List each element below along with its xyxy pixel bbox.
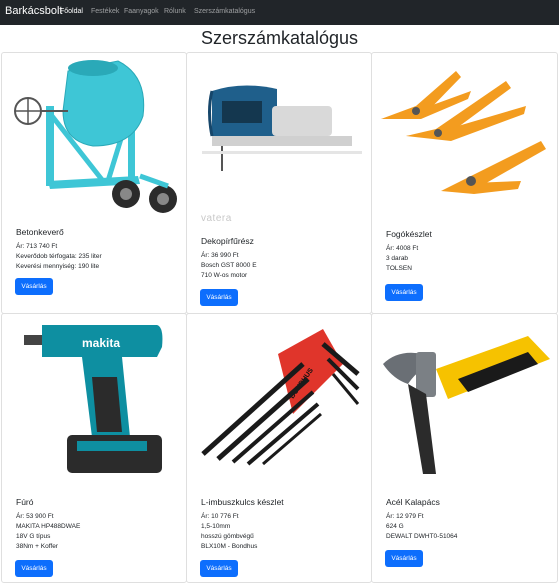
product-price: Ár: 12 979 Ft <box>386 513 424 520</box>
vatera-watermark-text: vatera <box>201 213 232 224</box>
product-detail: hosszú gömbvégű <box>201 533 254 540</box>
product-detail: Bosch GST 8000 E <box>201 262 257 269</box>
navbar-brand[interactable]: Barkácsbolt <box>5 5 62 17</box>
product-title: Betonkeverő <box>16 227 64 237</box>
product-price: Ár: 10 776 Ft <box>201 513 239 520</box>
nav-link-catalog[interactable]: Szerszámkatalógus <box>194 8 255 15</box>
product-detail: MAKITA HP488DWAE <box>16 523 81 530</box>
buy-button[interactable]: Vásárlás <box>15 560 53 577</box>
product-title: L-imbuszkulcs készlet <box>201 497 284 507</box>
product-price: Ár: 36 990 Ft <box>201 252 239 259</box>
buy-button[interactable]: Vásárlás <box>200 289 238 306</box>
product-title: Dekopírfűrész <box>201 236 254 246</box>
nav-link-wood[interactable]: Faanyagok <box>124 8 159 15</box>
product-price: Ár: 53 900 Ft <box>16 513 54 520</box>
buy-button[interactable]: Vásárlás <box>15 278 53 295</box>
hammer-image <box>383 336 550 474</box>
product-price: Ár: 713 740 Ft <box>16 243 58 250</box>
product-detail: Keverődob térfogata: 235 liter <box>16 253 102 260</box>
hex-key-set-image: BONDHUS <box>201 329 360 466</box>
buy-button[interactable]: Vásárlás <box>385 550 423 567</box>
product-detail: DEWALT DWHT0-51064 <box>386 533 458 540</box>
product-detail: 18V G típus <box>16 533 51 540</box>
nav-link-home[interactable]: Főoldal <box>60 8 83 15</box>
product-detail: 710 W-os motor <box>201 272 248 279</box>
product-detail: 1,5-10mm <box>201 523 231 530</box>
nav-link-about[interactable]: Rólunk <box>164 8 186 15</box>
product-card-concrete-mixer: Betonkeverő Ár: 713 740 Ft Keverődob tér… <box>1 52 187 314</box>
product-card-jigsaw: vatera Dekopírfűrész Ár: 36 990 Ft Bosch… <box>186 52 372 314</box>
product-card-hammer: Acél Kalapács Ár: 12 979 Ft 624 G DEWALT… <box>371 313 558 583</box>
product-title: Fúró <box>16 497 34 507</box>
product-detail: 3 darab <box>386 255 409 262</box>
product-card-hex-keys: BONDHUS L-imbuszkulcs készlet Ár: 10 776… <box>186 313 372 583</box>
concrete-mixer-image <box>14 60 177 213</box>
product-title: Acél Kalapács <box>386 497 440 507</box>
product-detail: 38Nm + Koffer <box>16 543 58 550</box>
product-detail: TOLSEN <box>386 265 412 272</box>
product-card-drill: makita Fúró Ár: 53 900 Ft MAKITA HP488DW… <box>1 313 187 583</box>
makita-logo-text: makita <box>82 336 120 350</box>
page-title: Szerszámkatalógus <box>200 28 359 48</box>
product-detail: 624 G <box>386 523 404 530</box>
product-title: Fogókészlet <box>386 229 432 239</box>
product-detail: Keverési mennyiség: 190 lite <box>16 263 100 270</box>
buy-button[interactable]: Vásárlás <box>200 560 238 577</box>
product-card-pliers: Fogókészlet Ár: 4008 Ft 3 darab TOLSEN V… <box>371 52 558 314</box>
pliers-set-image <box>381 71 546 194</box>
navbar: Barkácsbolt Főoldal Festékek Faanyagok R… <box>0 0 559 25</box>
buy-button[interactable]: Vásárlás <box>385 284 423 301</box>
product-price: Ár: 4008 Ft <box>386 245 419 252</box>
product-detail: BLX10M - Bondhus <box>201 543 258 550</box>
drill-image: makita <box>24 325 163 473</box>
nav-link-paints[interactable]: Festékek <box>91 8 119 15</box>
jigsaw-image <box>202 85 362 171</box>
